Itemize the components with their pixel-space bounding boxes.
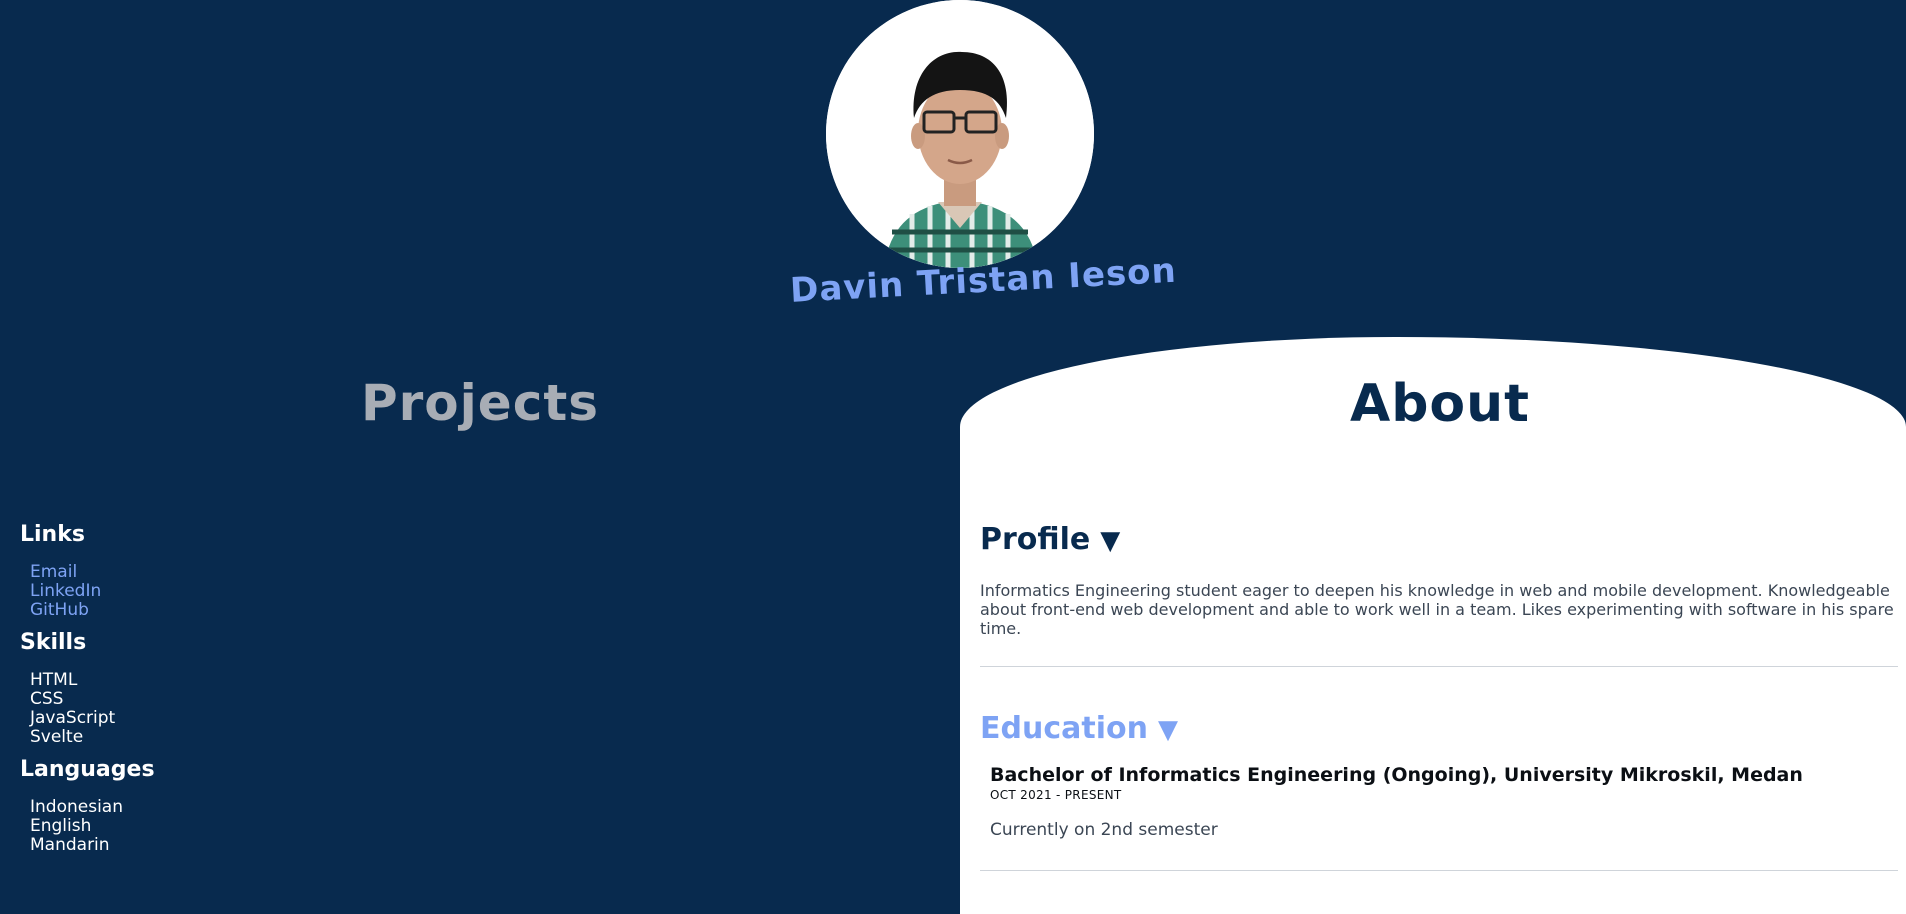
- skills-heading: Skills: [20, 630, 87, 655]
- links-heading: Links: [20, 522, 85, 547]
- tab-about[interactable]: About: [1260, 374, 1620, 434]
- skill-item: CSS: [30, 689, 64, 709]
- skill-item: HTML: [30, 670, 78, 690]
- sidebar: Links Email LinkedIn GitHub Skills HTML …: [20, 522, 280, 865]
- languages-list: Indonesian English Mandarin: [30, 798, 280, 855]
- skill-item: JavaScript: [30, 708, 116, 728]
- education-toggle[interactable]: Education ▼: [980, 711, 1898, 746]
- profile-toggle[interactable]: Profile ▼: [980, 522, 1898, 557]
- divider: [980, 666, 1898, 667]
- education-section: Education ▼ Bachelor of Informatics Engin…: [980, 711, 1898, 871]
- profile-description: Informatics Engineering student eager to…: [980, 581, 1894, 638]
- languages-heading: Languages: [20, 757, 155, 782]
- skill-item: Svelte: [30, 727, 84, 747]
- triangle-down-icon: ▼: [1100, 526, 1121, 556]
- profile-heading-label: Profile: [980, 522, 1091, 557]
- triangle-down-icon: ▼: [1157, 715, 1178, 745]
- education-date: OCT 2021 - PRESENT: [990, 788, 1122, 802]
- divider: [980, 870, 1898, 871]
- github-link[interactable]: GitHub: [30, 600, 89, 620]
- links-list: Email LinkedIn GitHub: [30, 563, 280, 620]
- profile-photo: [826, 0, 1094, 268]
- education-note: Currently on 2nd semester: [990, 820, 1218, 840]
- about-content: Profile ▼ Informatics Engineering student…: [980, 522, 1898, 871]
- page: Davin Tristan Ieson Projects About Links…: [0, 0, 1906, 914]
- email-link[interactable]: Email: [30, 562, 77, 582]
- linkedin-link[interactable]: LinkedIn: [30, 581, 101, 601]
- education-heading-label: Education: [980, 711, 1148, 746]
- education-entry: Bachelor of Informatics Engineering (Ong…: [990, 764, 1898, 840]
- language-item: Mandarin: [30, 835, 110, 855]
- profile-name: Davin Tristan Ieson: [789, 250, 1178, 311]
- language-item: English: [30, 816, 92, 836]
- tab-projects[interactable]: Projects: [300, 374, 660, 432]
- education-title: Bachelor of Informatics Engineering (Ong…: [990, 764, 1803, 786]
- language-item: Indonesian: [30, 797, 123, 817]
- skills-list: HTML CSS JavaScript Svelte: [30, 671, 280, 747]
